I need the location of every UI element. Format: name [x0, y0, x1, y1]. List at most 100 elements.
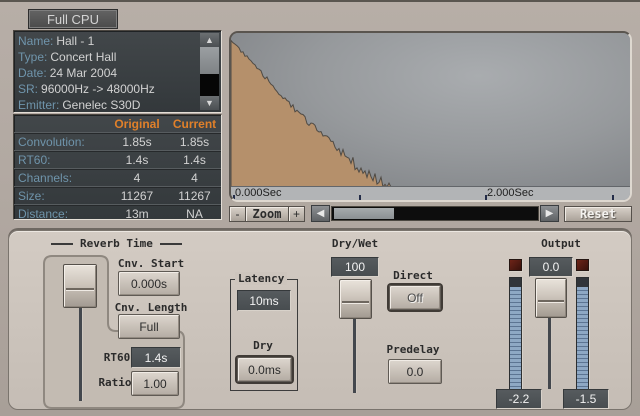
plugin-window: Full CPU Name: Hall - 1 Type: Concert Ha…	[0, 0, 640, 416]
info-row-sr: SR: 96000Hz -> 48000Hz	[18, 81, 221, 97]
meter-fill	[510, 287, 521, 390]
row-label: Channels:	[14, 171, 106, 185]
info-value: Hall - 1	[56, 33, 94, 49]
decay-envelope	[231, 33, 630, 187]
table-row: Convolution: 1.85s 1.85s	[14, 133, 221, 151]
clip-led-left[interactable]	[509, 259, 522, 271]
row-current: 11267	[168, 189, 221, 203]
zoom-in-button[interactable]: +	[288, 206, 305, 222]
cnv-length-label: Cnv. Length	[111, 301, 191, 314]
info-row-date: Date: 24 Mar 2004	[18, 65, 221, 81]
time-axis: 0.000Sec 2.000Sec	[231, 186, 630, 200]
output-meter-left	[509, 277, 522, 391]
column-header-current: Current	[168, 117, 221, 131]
meter-peak-left: -2.2	[496, 389, 542, 409]
row-label: Size:	[14, 189, 106, 203]
row-original: 11267	[106, 189, 168, 203]
rt60-display[interactable]: 1.4s	[131, 347, 181, 368]
time-label-start: 0.000Sec	[235, 187, 281, 199]
ir-info-panel: Name: Hall - 1 Type: Concert Hall Date: …	[13, 30, 222, 113]
control-panel: Reverb Time Cnv. Start 0.000s Cnv. Lengt…	[8, 230, 632, 410]
axis-tick	[233, 195, 235, 200]
info-label: Emitter:	[18, 97, 59, 113]
info-value: Concert Hall	[50, 49, 116, 65]
ratio-button[interactable]: 1.00	[131, 371, 179, 396]
time-label-end: 2.000Sec	[487, 187, 533, 199]
row-current: 1.4s	[168, 153, 221, 167]
info-row-emitter: Emitter: Genelec S30D	[18, 97, 221, 113]
latency-display[interactable]: 10ms	[237, 290, 291, 311]
row-label: Distance:	[14, 207, 106, 221]
dry-latency-button[interactable]: 0.0ms	[237, 357, 292, 382]
reverb-time-label: Reverb Time	[80, 237, 153, 250]
cnv-start-label: Cnv. Start	[113, 257, 189, 270]
row-original: 4	[106, 171, 168, 185]
latency-label: Latency	[235, 272, 287, 285]
meter-fill	[577, 287, 588, 390]
waveform-display: 0.000Sec 2.000Sec	[229, 31, 632, 202]
info-label: Date:	[18, 65, 47, 81]
direct-label: Direct	[383, 269, 443, 282]
scroll-down-icon[interactable]: ▼	[200, 96, 219, 110]
output-fader-track	[548, 311, 551, 389]
row-original: 1.85s	[106, 135, 168, 149]
row-current: NA	[168, 207, 221, 221]
axis-tick	[485, 195, 487, 200]
scrollbar-track[interactable]	[200, 74, 219, 96]
row-current: 4	[168, 171, 221, 185]
dry-wet-label: Dry/Wet	[325, 237, 385, 250]
row-current: 1.85s	[168, 135, 221, 149]
clip-led-right[interactable]	[576, 259, 589, 271]
table-row: Channels: 4 4	[14, 169, 221, 187]
full-cpu-button[interactable]: Full CPU	[28, 9, 118, 29]
output-meter-right	[576, 277, 589, 391]
waveform-controls: - Zoom + ◀ ▶ Reset	[229, 205, 632, 222]
scrollbar-thumb[interactable]	[200, 47, 219, 74]
column-header-original: Original	[106, 117, 168, 131]
output-gain-display[interactable]: 0.0	[529, 257, 573, 277]
axis-tick	[359, 195, 361, 200]
direct-off-button[interactable]: Off	[389, 285, 441, 310]
info-row-type: Type: Concert Hall	[18, 49, 221, 65]
table-row: Size: 11267 11267	[14, 187, 221, 205]
info-label: Type:	[18, 49, 47, 65]
scroll-up-icon[interactable]: ▲	[200, 33, 219, 47]
zoom-out-button[interactable]: -	[229, 206, 246, 222]
dry-wet-slider-handle[interactable]	[339, 279, 372, 319]
ir-properties-table: Original Current Convolution: 1.85s 1.85…	[13, 114, 222, 220]
title-dash	[51, 243, 73, 245]
scroll-left-icon[interactable]: ◀	[311, 205, 330, 222]
predelay-button[interactable]: 0.0	[388, 359, 442, 384]
info-label: Name:	[18, 33, 53, 49]
scroll-right-icon[interactable]: ▶	[540, 205, 559, 222]
cnv-length-button[interactable]: Full	[118, 314, 180, 339]
reverb-time-title: Reverb Time	[51, 237, 182, 250]
table-header-row: Original Current	[14, 115, 221, 133]
info-value: 96000Hz -> 48000Hz	[41, 81, 155, 97]
row-original: 13m	[106, 207, 168, 221]
info-value: 24 Mar 2004	[50, 65, 117, 81]
row-label: Convolution:	[14, 135, 106, 149]
table-row: RT60: 1.4s 1.4s	[14, 151, 221, 169]
predelay-label: Predelay	[381, 343, 445, 356]
row-label: RT60:	[14, 153, 106, 167]
waveform-scrollbar-thumb[interactable]	[334, 208, 394, 219]
output-fader-handle[interactable]	[535, 278, 567, 318]
info-label: SR:	[18, 81, 38, 97]
row-original: 1.4s	[106, 153, 168, 167]
info-value: Genelec S30D	[62, 97, 140, 113]
reverb-time-slider-handle[interactable]	[63, 264, 97, 308]
meter-peak-right: -1.5	[563, 389, 609, 409]
info-scrollbar[interactable]: ▲ ▼	[200, 33, 219, 110]
table-row: Distance: 13m NA	[14, 205, 221, 222]
waveform-scrollbar[interactable]	[331, 206, 539, 221]
cnv-start-button[interactable]: 0.000s	[118, 271, 180, 296]
zoom-label: Zoom	[246, 206, 288, 222]
impulse-response-plot	[231, 33, 630, 187]
output-label: Output	[529, 237, 593, 250]
dry-wet-display[interactable]: 100	[331, 257, 379, 277]
axis-tick	[612, 195, 614, 200]
reset-button[interactable]: Reset	[564, 206, 632, 222]
info-row-name: Name: Hall - 1	[18, 33, 221, 49]
title-dash	[160, 243, 182, 245]
